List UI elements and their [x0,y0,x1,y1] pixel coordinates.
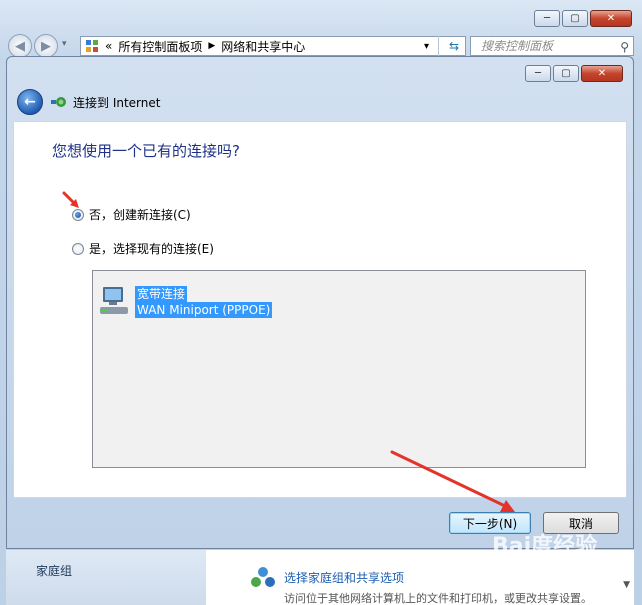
dialog-close-button[interactable]: ✕ [581,65,623,82]
dialog-window-controls: ─ ▢ ✕ [525,65,623,82]
back-button[interactable]: ← [17,89,43,115]
radio-option-existing-connection[interactable]: 是，选择现有的连接(E) [72,240,214,257]
network-icon [51,97,66,107]
radio-option-new-connection[interactable]: 否，创建新连接(C) [72,206,191,223]
maximize-button[interactable]: ▢ [562,10,588,27]
refresh-icon[interactable]: ⇆ [438,36,469,56]
breadcrumb-all-control-panel-items[interactable]: 所有控制面板项 [118,38,202,55]
minimize-button[interactable]: ─ [534,10,560,27]
close-button[interactable]: ✕ [590,10,632,27]
control-panel-icon [86,40,98,52]
forward-arrow-icon[interactable]: ▶ [34,34,58,58]
radio-checked-icon[interactable] [72,208,84,221]
back-arrow-icon[interactable]: ◀ [8,34,32,58]
address-dropdown-icon[interactable]: ▾ [424,41,429,52]
dialog-title: 连接到 Internet [73,96,161,110]
dialog-minimize-button[interactable]: ─ [525,65,551,82]
page-title: 您想使用一个已有的连接吗? [52,142,240,160]
address-bar[interactable]: « 所有控制面板项 ▶ 网络和共享中心 ▾ [80,36,466,56]
connection-device: WAN Miniport (PPPOE) [135,302,273,318]
back-arrow-icon: ← [24,94,36,110]
homegroup-sharing-link[interactable]: 选择家庭组和共享选项 [284,569,404,586]
search-icon[interactable]: ⚲ [620,38,629,56]
broadband-connection-icon [100,287,128,314]
explorer-window-controls: ─ ▢ ✕ [534,10,632,27]
watermark-text: Bai度经验 [492,534,598,559]
address-overflow[interactable]: « [105,39,112,53]
connect-dialog: ─ ▢ ✕ ← 连接到 Internet 您想使用一个已有的连接吗? 否，创建新… [6,56,634,549]
radio-label[interactable]: 否，创建新连接(C) [89,206,191,223]
connection-name: 宽带连接 [135,286,188,302]
connection-list[interactable]: 宽带连接 WAN Miniport (PPPOE) [92,270,586,468]
dialog-maximize-button[interactable]: ▢ [553,65,579,82]
dialog-header: ← 连接到 Internet [7,87,633,119]
sidebar-item-homegroup[interactable]: 家庭组 [36,562,72,579]
homegroup-icon [251,567,275,587]
search-placeholder: 搜索控制面板 [481,39,554,53]
radio-label[interactable]: 是，选择现有的连接(E) [89,240,214,257]
breadcrumb-separator-icon[interactable]: ▶ [208,41,215,51]
sidebar: 家庭组 [6,550,206,605]
watermark-logo: Bai度经验 [478,520,638,600]
navigation-bar: ◀ ▶ ▾ « 所有控制面板项 ▶ 网络和共享中心 ▾ ⇆ 搜索控制面板 ⚲ [8,34,634,58]
search-input[interactable]: 搜索控制面板 ⚲ [470,36,634,56]
breadcrumb-network-sharing-center[interactable]: 网络和共享中心 [221,38,305,55]
history-dropdown-icon[interactable]: ▾ [62,39,67,49]
dialog-content: 您想使用一个已有的连接吗? 否，创建新连接(C) 是，选择现有的连接(E) 宽带… [13,121,627,498]
list-item[interactable]: 宽带连接 WAN Miniport (PPPOE) [97,283,277,319]
radio-unchecked-icon[interactable] [72,242,84,255]
